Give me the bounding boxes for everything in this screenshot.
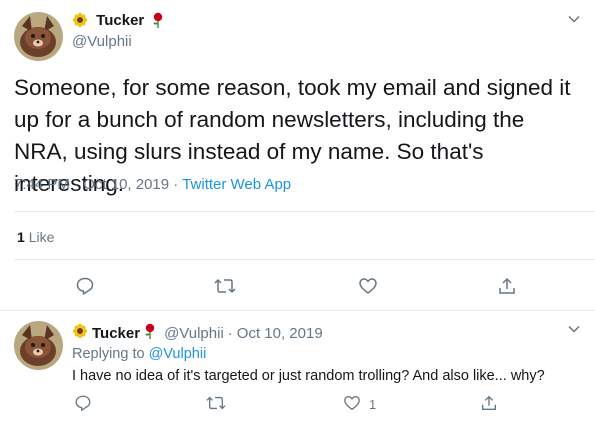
share-button[interactable] xyxy=(480,394,498,415)
retweet-icon xyxy=(213,276,237,299)
rose-icon xyxy=(152,12,164,32)
like-button[interactable]: 1 xyxy=(343,394,376,415)
rose-icon xyxy=(144,323,156,343)
meta-separator: · xyxy=(74,176,84,193)
tweet-time[interactable]: 7:44 PM xyxy=(14,176,70,193)
divider xyxy=(0,310,595,311)
reply-text: I have no idea of it's targeted or just … xyxy=(72,368,545,384)
reply-display-name[interactable]: Tucker xyxy=(92,325,140,342)
reply-button[interactable] xyxy=(75,276,95,299)
reply-date[interactable]: Oct 10, 2019 xyxy=(237,325,323,342)
tweet-date[interactable]: Oct 10, 2019 xyxy=(83,176,169,193)
reply-handle[interactable]: @Vulphii xyxy=(164,325,224,342)
handle[interactable]: @Vulphii xyxy=(72,33,132,50)
tweet-meta: 7:44 PM · Oct 10, 2019 · Twitter Web App xyxy=(14,176,291,193)
reply-avatar[interactable] xyxy=(14,321,63,370)
reply-button[interactable] xyxy=(74,394,92,415)
avatar[interactable] xyxy=(14,12,63,61)
meta-separator: · xyxy=(227,324,233,342)
display-name-text: Tucker xyxy=(96,12,145,29)
divider xyxy=(14,259,595,260)
like-count-number: 1 xyxy=(17,229,25,245)
chevron-down-icon[interactable] xyxy=(567,322,581,341)
retweet-button[interactable] xyxy=(213,276,237,299)
sunflower-icon xyxy=(72,323,88,343)
reply-header: Tucker @Vulphii · Oct 10, 2019 xyxy=(72,323,323,343)
share-icon xyxy=(480,394,498,415)
chevron-down-icon[interactable] xyxy=(567,12,581,31)
replying-label: Replying to xyxy=(72,346,145,362)
display-name[interactable]: Tucker xyxy=(72,12,164,32)
replying-to: Replying to @Vulphii xyxy=(72,346,206,362)
likes-count[interactable]: 1 Like xyxy=(17,229,54,245)
retweet-button[interactable] xyxy=(205,394,227,415)
like-button[interactable] xyxy=(358,276,378,299)
heart-icon xyxy=(343,394,361,415)
share-button[interactable] xyxy=(497,276,517,299)
meta-separator: · xyxy=(173,176,183,193)
divider xyxy=(14,211,595,212)
share-icon xyxy=(497,276,517,299)
reply-icon xyxy=(74,394,92,415)
sunflower-icon xyxy=(72,12,88,32)
retweet-icon xyxy=(205,394,227,415)
tweet-source[interactable]: Twitter Web App xyxy=(182,176,291,193)
reply-like-count: 1 xyxy=(369,397,377,412)
heart-icon xyxy=(358,276,378,299)
reply-icon xyxy=(75,276,95,299)
like-count-label: Like xyxy=(28,229,55,245)
replying-to-link[interactable]: @Vulphii xyxy=(149,346,207,362)
